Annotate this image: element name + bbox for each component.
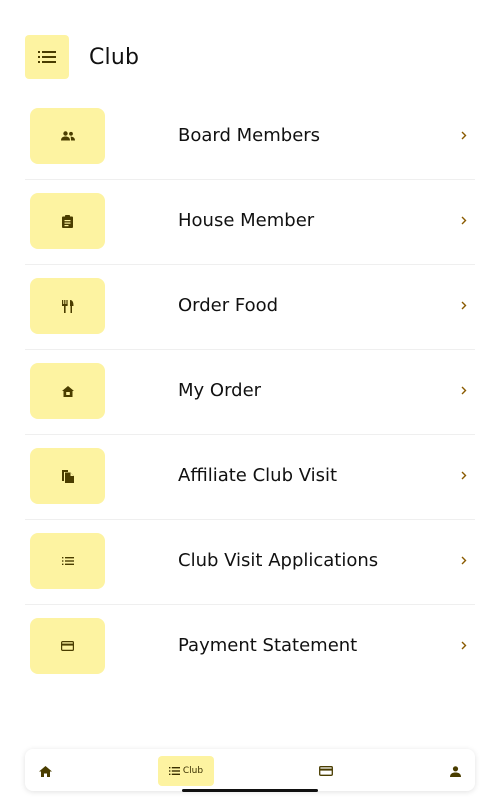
chevron-right-icon [459, 299, 469, 311]
restaurant-icon [61, 299, 73, 313]
list-icon [61, 557, 74, 565]
item-icon-box [30, 533, 105, 589]
item-icon-box [30, 108, 105, 164]
menu-item-label: Payment Statement [178, 635, 358, 656]
list-icon [168, 767, 180, 775]
documents-icon [61, 469, 74, 483]
menu-item-order-food[interactable]: Order Food [25, 265, 475, 350]
menu-item-label: Affiliate Club Visit [178, 465, 338, 486]
nav-home-button[interactable] [35, 756, 55, 786]
menu-item-label: Club Visit Applications [178, 550, 379, 571]
menu-item-payment-statement[interactable]: Payment Statement [25, 605, 475, 690]
bottom-navigation: Club [25, 749, 475, 791]
chevron-right-icon [459, 554, 469, 566]
item-icon-box [30, 618, 105, 674]
store-icon [61, 385, 74, 397]
club-menu-list: Board Members House Member Order Food My… [25, 95, 475, 690]
menu-item-my-order[interactable]: My Order [25, 350, 475, 435]
nav-profile-button[interactable] [445, 756, 465, 786]
item-icon-box [30, 193, 105, 249]
chevron-right-icon [459, 214, 469, 226]
menu-item-label: Order Food [178, 295, 279, 316]
card-icon [319, 766, 333, 776]
list-icon [38, 51, 56, 63]
home-icon [38, 765, 52, 777]
home-indicator [182, 789, 318, 792]
people-icon [60, 131, 75, 141]
menu-item-affiliate-club-visit[interactable]: Affiliate Club Visit [25, 435, 475, 520]
item-icon-box [30, 448, 105, 504]
nav-club-tab[interactable]: Club [158, 756, 214, 786]
person-icon [449, 765, 461, 777]
chevron-right-icon [459, 129, 469, 141]
menu-item-board-members[interactable]: Board Members [25, 95, 475, 180]
page-header: Club [25, 35, 139, 79]
chevron-right-icon [459, 384, 469, 396]
page-title: Club [89, 44, 140, 70]
menu-item-house-member[interactable]: House Member [25, 180, 475, 265]
menu-toggle-button[interactable] [25, 35, 69, 79]
menu-item-club-visit-applications[interactable]: Club Visit Applications [25, 520, 475, 605]
chevron-right-icon [459, 469, 469, 481]
nav-club-label: Club [182, 766, 204, 776]
nav-payment-button[interactable] [316, 756, 336, 786]
card-icon [61, 641, 74, 651]
item-icon-box [30, 278, 105, 334]
menu-item-label: House Member [178, 210, 315, 231]
clipboard-icon [62, 214, 73, 228]
menu-item-label: Board Members [178, 125, 321, 146]
chevron-right-icon [459, 639, 469, 651]
menu-item-label: My Order [178, 380, 262, 401]
item-icon-box [30, 363, 105, 419]
